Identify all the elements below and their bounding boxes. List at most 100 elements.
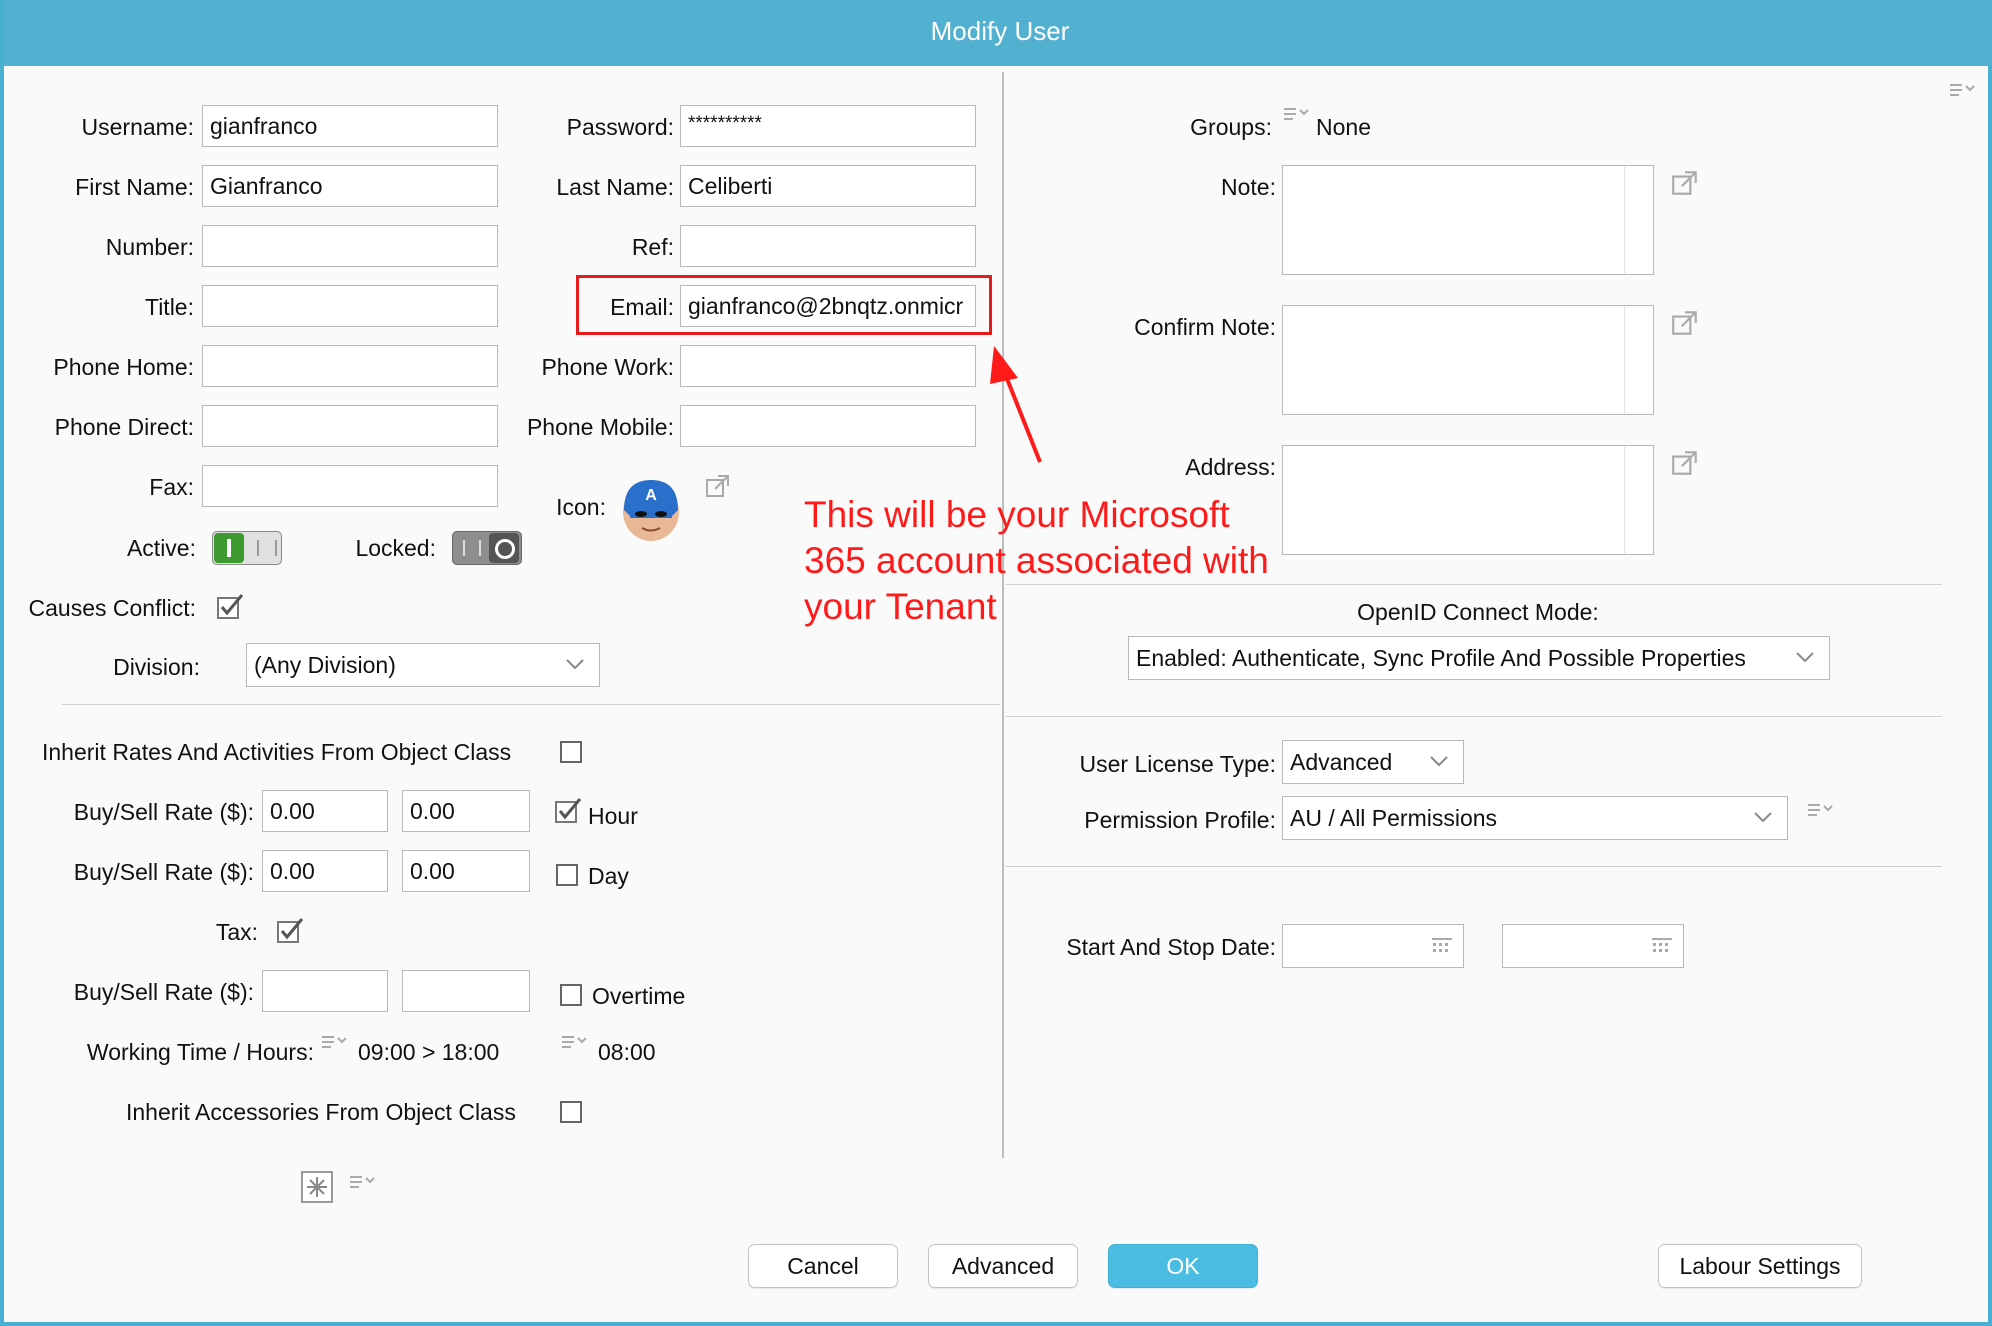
chevron-down-icon (1430, 756, 1448, 767)
working-time-label: Working Time / Hours: (86, 1039, 314, 1065)
division-select[interactable]: (Any Division) (246, 643, 600, 687)
inherit-accessories-checkbox[interactable] (560, 1101, 582, 1123)
address-label: Address: (1185, 454, 1276, 480)
locked-toggle[interactable] (452, 531, 522, 565)
advanced-button[interactable]: Advanced (928, 1244, 1078, 1288)
number-input[interactable] (202, 225, 498, 267)
accessory-menu-icon[interactable] (348, 1172, 378, 1194)
first-name-input[interactable]: Gianfranco (202, 165, 498, 207)
modify-user-dialog: Modify User Username: gianfranco Passwor… (0, 0, 1992, 1326)
inherit-accessories-label: Inherit Accessories From Object Class (126, 1099, 516, 1125)
menu-dropdown-icon[interactable] (1948, 80, 1978, 102)
address-expand-icon[interactable] (1670, 448, 1700, 478)
openid-value: Enabled: Authenticate, Sync Profile And … (1136, 645, 1746, 671)
working-hours-value: 08:00 (598, 1039, 656, 1065)
address-textarea[interactable] (1282, 445, 1654, 555)
dates-label: Start And Stop Date: (1066, 934, 1276, 960)
email-label: Email: (610, 294, 674, 320)
fax-input[interactable] (202, 465, 498, 507)
chevron-down-icon (1754, 812, 1772, 823)
rate-hour-buy-input[interactable]: 0.00 (262, 790, 388, 832)
username-input[interactable]: gianfranco (202, 105, 498, 147)
cancel-button[interactable]: Cancel (748, 1244, 898, 1288)
divider-right-2 (1006, 716, 1942, 717)
phone-home-input[interactable] (202, 345, 498, 387)
note-expand-icon[interactable] (1670, 168, 1700, 198)
license-label: User License Type: (1079, 751, 1276, 777)
username-label: Username: (81, 114, 194, 140)
rate-hour-sell-input[interactable]: 0.00 (402, 790, 530, 832)
title-input[interactable] (202, 285, 498, 327)
password-label: Password: (566, 114, 674, 140)
tax-checkbox[interactable] (276, 916, 306, 946)
email-input[interactable]: gianfranco@2bnqtz.onmicr (680, 285, 976, 327)
password-input[interactable]: ********** (680, 105, 976, 147)
hour-label: Hour (588, 803, 638, 829)
rate-hour-label: Buy/Sell Rate ($): (73, 799, 254, 825)
active-toggle[interactable] (212, 531, 282, 565)
labour-settings-button[interactable]: Labour Settings (1658, 1244, 1862, 1288)
add-accessory-icon[interactable] (300, 1170, 334, 1204)
annotation-text-line1: This will be your Microsoft (804, 494, 1230, 535)
phone-direct-input[interactable] (202, 405, 498, 447)
avatar-hero-icon[interactable]: A (620, 476, 682, 542)
working-hours-menu-icon[interactable] (560, 1032, 590, 1054)
divider-right-1 (1006, 584, 1942, 585)
calendar-icon[interactable] (1430, 934, 1454, 958)
rate-day-sell-input[interactable]: 0.00 (402, 850, 530, 892)
causes-conflict-checkbox[interactable] (216, 592, 246, 622)
icon-label: Icon: (556, 494, 606, 520)
rate-day-buy-input[interactable]: 0.00 (262, 850, 388, 892)
openid-select[interactable]: Enabled: Authenticate, Sync Profile And … (1128, 636, 1830, 680)
rate-day-label: Buy/Sell Rate ($): (73, 859, 254, 885)
inherit-rates-checkbox[interactable] (560, 741, 582, 763)
number-label: Number: (105, 234, 194, 260)
permission-select[interactable]: AU / All Permissions (1282, 796, 1788, 840)
phone-mobile-label: Phone Mobile: (526, 414, 674, 440)
permission-menu-icon[interactable] (1806, 800, 1836, 822)
edit-icon-external[interactable] (704, 472, 732, 500)
working-time-value: 09:00 > 18:00 (358, 1039, 500, 1065)
day-label: Day (588, 863, 629, 889)
ref-input[interactable] (680, 225, 976, 267)
note-label: Note: (1221, 174, 1276, 200)
first-name-label: First Name: (75, 174, 194, 200)
last-name-label: Last Name: (556, 174, 674, 200)
hour-checkbox[interactable] (554, 796, 584, 826)
groups-menu-icon[interactable] (1282, 104, 1312, 126)
license-value: Advanced (1290, 749, 1393, 775)
phone-mobile-input[interactable] (680, 405, 976, 447)
rate-overtime-label: Buy/Sell Rate ($): (73, 979, 254, 1005)
annotation-text-line3: your Tenant (804, 586, 997, 627)
division-label: Division: (113, 654, 200, 680)
chevron-down-icon (1796, 652, 1814, 663)
overtime-label: Overtime (592, 983, 686, 1009)
calendar-icon[interactable] (1650, 934, 1674, 958)
overtime-checkbox[interactable] (560, 984, 582, 1006)
fax-label: Fax: (149, 474, 194, 500)
svg-text:A: A (645, 487, 657, 504)
note-textarea[interactable] (1282, 165, 1654, 275)
inherit-rates-label: Inherit Rates And Activities From Object… (42, 739, 512, 765)
annotation-arrow (990, 346, 1042, 463)
title-label: Title: (145, 294, 194, 320)
confirm-note-textarea[interactable] (1282, 305, 1654, 415)
ok-button[interactable]: OK (1108, 1244, 1258, 1288)
phone-direct-label: Phone Direct: (54, 414, 194, 440)
phone-work-input[interactable] (680, 345, 976, 387)
permission-label: Permission Profile: (1084, 807, 1276, 833)
causes-conflict-label: Causes Conflict: (28, 595, 196, 621)
annotation-text-line2: 365 account associated with (804, 540, 1269, 581)
divider-left-1 (62, 704, 1000, 705)
window-title: Modify User (4, 0, 1992, 66)
rate-overtime-buy-input[interactable] (262, 970, 388, 1012)
division-value: (Any Division) (254, 652, 396, 678)
confirm-note-expand-icon[interactable] (1670, 308, 1700, 338)
confirm-note-label: Confirm Note: (1134, 314, 1276, 340)
rate-overtime-sell-input[interactable] (402, 970, 530, 1012)
last-name-input[interactable]: Celiberti (680, 165, 976, 207)
license-select[interactable]: Advanced (1282, 740, 1464, 784)
working-time-menu-icon[interactable] (320, 1032, 350, 1054)
day-checkbox[interactable] (556, 864, 578, 886)
phone-work-label: Phone Work: (541, 354, 674, 380)
